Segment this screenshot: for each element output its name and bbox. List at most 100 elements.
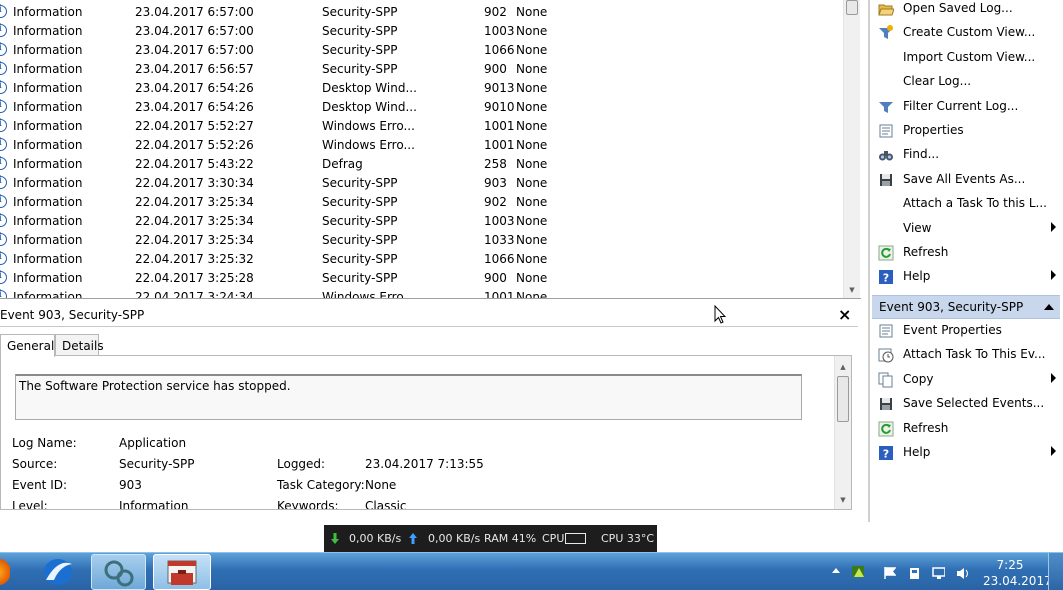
log-find-action[interactable]: Find... <box>870 144 1058 166</box>
logged-label: Logged: <box>277 457 326 471</box>
event-row[interactable]: Information 23.04.2017 6:57:00 Security-SP… <box>0 2 843 21</box>
event-row[interactable]: Information 23.04.2017 6:57:00 Security-SP… <box>0 21 843 40</box>
event-row[interactable]: Information 23.04.2017 6:57:00 Security-SP… <box>0 40 843 59</box>
taskbar: 7:25 23.04.2017 <box>0 552 1063 590</box>
event-task-category: None <box>516 119 548 133</box>
log-help-action[interactable]: ? Help <box>870 266 1058 288</box>
event-copy-action[interactable]: Copy <box>870 369 1058 391</box>
action-label: Refresh <box>903 245 949 259</box>
detail-scrollbar[interactable]: ▲ ▼ <box>834 356 851 509</box>
taskbar-event-viewer[interactable] <box>153 554 211 590</box>
firefox-icon[interactable] <box>0 554 10 590</box>
event-source: Security-SPP <box>322 24 398 38</box>
volume-icon[interactable] <box>956 567 969 579</box>
event-level: Information <box>13 271 83 285</box>
log-name-value: Application <box>119 436 187 450</box>
submenu-arrow-icon <box>1051 372 1056 383</box>
taskbar-app-gears[interactable] <box>91 554 146 590</box>
event-description-box[interactable]: The Software Protection service has stop… <box>15 374 802 420</box>
event-task-category: None <box>516 5 548 19</box>
event-date: 22.04.2017 3:25:34 <box>135 233 254 247</box>
event-row[interactable]: Information 22.04.2017 3:25:34 Security-SP… <box>0 192 843 211</box>
event-refresh-action[interactable]: Refresh <box>870 418 1058 440</box>
log-view-action[interactable]: View <box>870 218 1058 240</box>
network-icon[interactable] <box>932 567 945 579</box>
collapse-up-icon[interactable] <box>1044 304 1054 310</box>
scroll-down-arrow-icon[interactable]: ▼ <box>844 282 860 298</box>
event-save-selected-events-action[interactable]: Save Selected Events... <box>870 393 1058 415</box>
event-row[interactable]: Information 22.04.2017 3:25:34 Security-SP… <box>0 211 843 230</box>
submenu-arrow-icon <box>1051 221 1056 232</box>
tab-general[interactable]: General <box>0 334 55 357</box>
log-create-custom-view-action[interactable]: Create Custom View... <box>870 22 1058 44</box>
event-id: 9013 <box>484 81 515 95</box>
clock-date[interactable]: 23.04.2017 <box>983 574 1052 588</box>
logged-value: 23.04.2017 7:13:55 <box>365 457 484 471</box>
event-row[interactable]: Information 22.04.2017 3:24:34 Windows Err… <box>0 287 843 299</box>
event-actions-header[interactable]: Event 903, Security-SPP <box>872 295 1060 319</box>
action-label: Save Selected Events... <box>903 396 1045 411</box>
event-row[interactable]: Information 22.04.2017 5:52:26 Windows Err… <box>0 135 843 154</box>
close-icon[interactable]: × <box>838 305 851 324</box>
log-properties-action[interactable]: Properties <box>870 120 1058 142</box>
event-task-category: None <box>516 157 548 171</box>
events-scrollbar[interactable]: ▼ <box>843 0 860 298</box>
event-row[interactable]: Information 23.04.2017 6:54:26 Desktop Win… <box>0 97 843 116</box>
event-source: Windows Erro... <box>322 290 415 299</box>
log-attach-a-task-to-this-l-action[interactable]: Attach a Task To this L... <box>870 193 1058 215</box>
action-center-flag-icon[interactable] <box>883 567 896 579</box>
event-id: 1001 <box>484 138 515 152</box>
event-event-properties-action[interactable]: Event Properties <box>870 320 1058 342</box>
show-desktop-button[interactable] <box>1048 553 1063 590</box>
event-row[interactable]: Information 22.04.2017 3:25:32 Security-SP… <box>0 249 843 268</box>
event-level: Information <box>13 100 83 114</box>
copy-icon <box>878 372 893 388</box>
event-row[interactable]: Information 23.04.2017 6:56:57 Security-SP… <box>0 59 843 78</box>
event-id: 1003 <box>484 214 515 228</box>
event-task-category: None <box>516 252 548 266</box>
show-hidden-icons-icon[interactable] <box>832 568 840 573</box>
event-help-action[interactable]: ? Help <box>870 442 1058 464</box>
event-detail-body: The Software Protection service has stop… <box>0 355 852 510</box>
detail-scrollbar-thumb[interactable] <box>837 376 849 422</box>
scroll-up-arrow-icon[interactable]: ▲ <box>835 359 851 375</box>
event-row[interactable]: Information 22.04.2017 5:52:27 Windows Err… <box>0 116 843 135</box>
svg-text:?: ? <box>883 272 889 285</box>
filter-star-icon <box>879 25 893 40</box>
event-id: 900 <box>484 62 507 76</box>
log-open-saved-log-action[interactable]: Open Saved Log... <box>870 0 1058 20</box>
events-list[interactable]: Information 23.04.2017 6:57:00 Security-SP… <box>0 0 861 299</box>
event-detail-title: Event 903, Security-SPP <box>0 308 145 322</box>
information-icon <box>0 213 7 227</box>
keywords-value: Classic <box>365 499 407 510</box>
event-level: Information <box>13 233 83 247</box>
event-source: Security-SPP <box>322 43 398 57</box>
event-level: Information <box>13 43 83 57</box>
event-row[interactable]: Information 22.04.2017 3:25:28 Security-SP… <box>0 268 843 287</box>
event-date: 22.04.2017 3:30:34 <box>135 176 254 190</box>
event-row[interactable]: Information 22.04.2017 3:30:34 Security-SP… <box>0 173 843 192</box>
log-filter-current-log-action[interactable]: Filter Current Log... <box>870 96 1058 118</box>
save-icon <box>880 398 892 411</box>
scroll-down-arrow-icon[interactable]: ▼ <box>835 492 851 508</box>
event-date: 23.04.2017 6:57:00 <box>135 5 254 19</box>
log-refresh-action[interactable]: Refresh <box>870 242 1058 264</box>
help-icon: ? <box>879 446 893 461</box>
source-value: Security-SPP <box>119 457 195 471</box>
event-row[interactable]: Information 23.04.2017 6:54:26 Desktop Win… <box>0 78 843 97</box>
event-row[interactable]: Information 22.04.2017 3:25:34 Security-SP… <box>0 230 843 249</box>
event-date: 23.04.2017 6:54:26 <box>135 100 254 114</box>
tab-details[interactable]: Details <box>55 334 104 356</box>
events-scrollbar-thumb[interactable] <box>846 0 858 15</box>
log-import-custom-view-action[interactable]: Import Custom View... <box>870 47 1058 69</box>
event-source: Windows Erro... <box>322 138 415 152</box>
usb-device-icon[interactable] <box>908 567 921 579</box>
clock-time[interactable]: 7:25 <box>988 558 1032 572</box>
log-clear-log-action[interactable]: Clear Log... <box>870 71 1058 93</box>
browser-icon[interactable] <box>36 554 80 590</box>
event-row[interactable]: Information 22.04.2017 5:43:22 Defrag 258 No… <box>0 154 843 173</box>
event-date: 23.04.2017 6:56:57 <box>135 62 254 76</box>
event-attach-task-to-this-ev-action[interactable]: Attach Task To This Ev... <box>870 344 1058 366</box>
tray-app-icon[interactable] <box>851 565 864 577</box>
log-save-all-events-as-action[interactable]: Save All Events As... <box>870 169 1058 191</box>
